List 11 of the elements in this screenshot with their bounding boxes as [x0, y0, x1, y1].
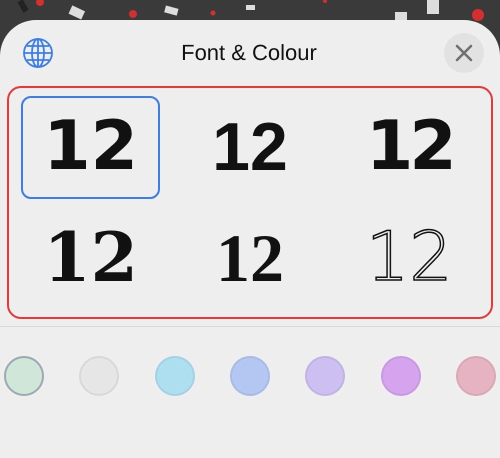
font-option[interactable]: 12 [180, 96, 320, 198]
globe-icon[interactable] [22, 37, 54, 69]
font-option[interactable]: 12 [340, 96, 479, 198]
close-icon [454, 44, 473, 62]
font-option[interactable]: 12 [180, 206, 320, 309]
font-option[interactable]: 12 [21, 206, 160, 309]
close-button[interactable] [444, 33, 484, 73]
sheet-title: Font & Colour [181, 40, 317, 66]
font-option[interactable]: 12 [21, 96, 160, 198]
font-option[interactable]: 12 [340, 206, 479, 309]
colour-swatch[interactable] [4, 356, 44, 396]
